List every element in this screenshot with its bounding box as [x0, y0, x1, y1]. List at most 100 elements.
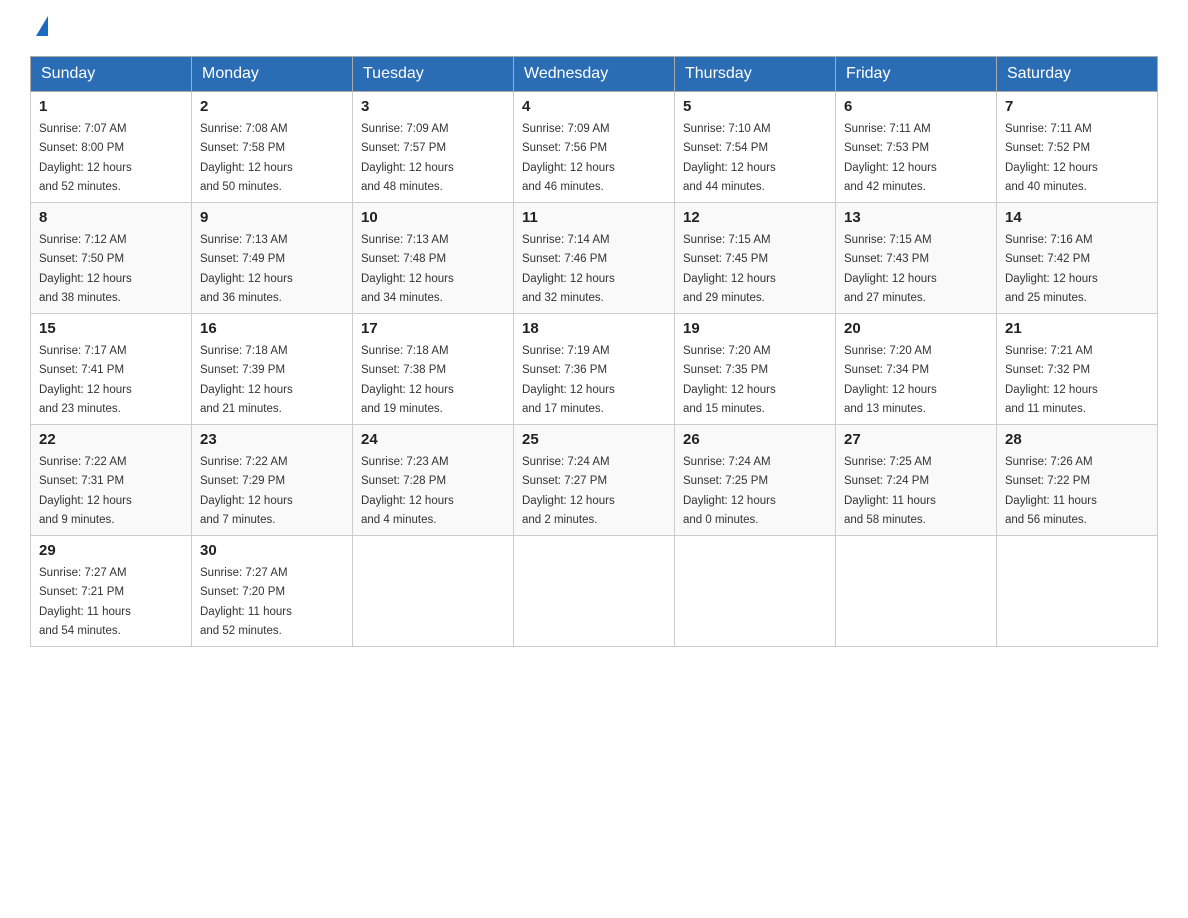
calendar-cell — [997, 536, 1158, 647]
calendar-cell: 22 Sunrise: 7:22 AMSunset: 7:31 PMDayligh… — [31, 425, 192, 536]
day-info: Sunrise: 7:13 AMSunset: 7:48 PMDaylight:… — [361, 234, 454, 304]
day-info: Sunrise: 7:10 AMSunset: 7:54 PMDaylight:… — [683, 123, 776, 193]
day-info: Sunrise: 7:26 AMSunset: 7:22 PMDaylight:… — [1005, 456, 1097, 526]
day-number: 28 — [1005, 431, 1149, 448]
day-info: Sunrise: 7:27 AMSunset: 7:20 PMDaylight:… — [200, 567, 292, 637]
calendar-cell: 17 Sunrise: 7:18 AMSunset: 7:38 PMDayligh… — [353, 314, 514, 425]
day-info: Sunrise: 7:27 AMSunset: 7:21 PMDaylight:… — [39, 567, 131, 637]
day-number: 25 — [522, 431, 666, 448]
calendar-cell: 6 Sunrise: 7:11 AMSunset: 7:53 PMDaylight… — [836, 92, 997, 203]
calendar-cell: 27 Sunrise: 7:25 AMSunset: 7:24 PMDayligh… — [836, 425, 997, 536]
calendar-cell: 24 Sunrise: 7:23 AMSunset: 7:28 PMDayligh… — [353, 425, 514, 536]
day-number: 27 — [844, 431, 988, 448]
day-number: 14 — [1005, 209, 1149, 226]
calendar-cell: 25 Sunrise: 7:24 AMSunset: 7:27 PMDayligh… — [514, 425, 675, 536]
column-header-friday: Friday — [836, 57, 997, 92]
day-number: 18 — [522, 320, 666, 337]
calendar-cell: 23 Sunrise: 7:22 AMSunset: 7:29 PMDayligh… — [192, 425, 353, 536]
day-info: Sunrise: 7:18 AMSunset: 7:38 PMDaylight:… — [361, 345, 454, 415]
calendar-cell: 2 Sunrise: 7:08 AMSunset: 7:58 PMDaylight… — [192, 92, 353, 203]
day-number: 20 — [844, 320, 988, 337]
calendar-cell: 12 Sunrise: 7:15 AMSunset: 7:45 PMDayligh… — [675, 203, 836, 314]
day-number: 22 — [39, 431, 183, 448]
day-info: Sunrise: 7:20 AMSunset: 7:34 PMDaylight:… — [844, 345, 937, 415]
day-number: 21 — [1005, 320, 1149, 337]
calendar-cell: 7 Sunrise: 7:11 AMSunset: 7:52 PMDaylight… — [997, 92, 1158, 203]
day-number: 17 — [361, 320, 505, 337]
day-number: 30 — [200, 542, 344, 559]
day-number: 16 — [200, 320, 344, 337]
day-number: 5 — [683, 98, 827, 115]
calendar-cell: 29 Sunrise: 7:27 AMSunset: 7:21 PMDayligh… — [31, 536, 192, 647]
calendar-cell: 19 Sunrise: 7:20 AMSunset: 7:35 PMDayligh… — [675, 314, 836, 425]
day-info: Sunrise: 7:25 AMSunset: 7:24 PMDaylight:… — [844, 456, 936, 526]
day-number: 26 — [683, 431, 827, 448]
day-info: Sunrise: 7:15 AMSunset: 7:43 PMDaylight:… — [844, 234, 937, 304]
day-info: Sunrise: 7:22 AMSunset: 7:29 PMDaylight:… — [200, 456, 293, 526]
day-info: Sunrise: 7:08 AMSunset: 7:58 PMDaylight:… — [200, 123, 293, 193]
day-number: 7 — [1005, 98, 1149, 115]
day-info: Sunrise: 7:09 AMSunset: 7:56 PMDaylight:… — [522, 123, 615, 193]
logo — [30, 20, 52, 40]
day-info: Sunrise: 7:07 AMSunset: 8:00 PMDaylight:… — [39, 123, 132, 193]
calendar-cell: 18 Sunrise: 7:19 AMSunset: 7:36 PMDayligh… — [514, 314, 675, 425]
day-info: Sunrise: 7:20 AMSunset: 7:35 PMDaylight:… — [683, 345, 776, 415]
day-number: 12 — [683, 209, 827, 226]
column-header-thursday: Thursday — [675, 57, 836, 92]
day-info: Sunrise: 7:11 AMSunset: 7:52 PMDaylight:… — [1005, 123, 1098, 193]
calendar-cell: 9 Sunrise: 7:13 AMSunset: 7:49 PMDaylight… — [192, 203, 353, 314]
calendar-cell: 20 Sunrise: 7:20 AMSunset: 7:34 PMDayligh… — [836, 314, 997, 425]
day-number: 3 — [361, 98, 505, 115]
day-number: 4 — [522, 98, 666, 115]
column-header-tuesday: Tuesday — [353, 57, 514, 92]
calendar-cell: 8Sunrise: 7:12 AMSunset: 7:50 PMDaylight… — [31, 203, 192, 314]
column-header-wednesday: Wednesday — [514, 57, 675, 92]
calendar-cell: 4 Sunrise: 7:09 AMSunset: 7:56 PMDaylight… — [514, 92, 675, 203]
calendar-cell — [675, 536, 836, 647]
day-info: Sunrise: 7:14 AMSunset: 7:46 PMDaylight:… — [522, 234, 615, 304]
calendar-table: SundayMondayTuesdayWednesdayThursdayFrid… — [30, 56, 1158, 647]
day-number: 23 — [200, 431, 344, 448]
day-number: 9 — [200, 209, 344, 226]
day-number: 15 — [39, 320, 183, 337]
day-number: 19 — [683, 320, 827, 337]
column-header-sunday: Sunday — [31, 57, 192, 92]
day-number: 6 — [844, 98, 988, 115]
day-info: Sunrise: 7:16 AMSunset: 7:42 PMDaylight:… — [1005, 234, 1098, 304]
day-info: Sunrise: 7:17 AMSunset: 7:41 PMDaylight:… — [39, 345, 132, 415]
calendar-cell: 15 Sunrise: 7:17 AMSunset: 7:41 PMDayligh… — [31, 314, 192, 425]
day-number: 1 — [39, 98, 183, 115]
day-info: Sunrise: 7:15 AMSunset: 7:45 PMDaylight:… — [683, 234, 776, 304]
calendar-week-row: 8Sunrise: 7:12 AMSunset: 7:50 PMDaylight… — [31, 203, 1158, 314]
logo-triangle-icon — [36, 16, 48, 36]
calendar-cell: 26 Sunrise: 7:24 AMSunset: 7:25 PMDayligh… — [675, 425, 836, 536]
day-info: Sunrise: 7:18 AMSunset: 7:39 PMDaylight:… — [200, 345, 293, 415]
day-info: Sunrise: 7:12 AMSunset: 7:50 PMDaylight:… — [39, 234, 132, 304]
day-number: 29 — [39, 542, 183, 559]
day-info: Sunrise: 7:19 AMSunset: 7:36 PMDaylight:… — [522, 345, 615, 415]
calendar-week-row: 1 Sunrise: 7:07 AMSunset: 8:00 PMDaylight… — [31, 92, 1158, 203]
day-number: 10 — [361, 209, 505, 226]
calendar-cell — [836, 536, 997, 647]
calendar-cell — [353, 536, 514, 647]
calendar-header-row: SundayMondayTuesdayWednesdayThursdayFrid… — [31, 57, 1158, 92]
day-number: 2 — [200, 98, 344, 115]
calendar-cell: 10 Sunrise: 7:13 AMSunset: 7:48 PMDayligh… — [353, 203, 514, 314]
calendar-cell: 1 Sunrise: 7:07 AMSunset: 8:00 PMDaylight… — [31, 92, 192, 203]
day-info: Sunrise: 7:24 AMSunset: 7:25 PMDaylight:… — [683, 456, 776, 526]
day-info: Sunrise: 7:24 AMSunset: 7:27 PMDaylight:… — [522, 456, 615, 526]
calendar-cell: 16 Sunrise: 7:18 AMSunset: 7:39 PMDayligh… — [192, 314, 353, 425]
day-info: Sunrise: 7:13 AMSunset: 7:49 PMDaylight:… — [200, 234, 293, 304]
day-number: 24 — [361, 431, 505, 448]
column-header-saturday: Saturday — [997, 57, 1158, 92]
day-number: 11 — [522, 209, 666, 226]
column-header-monday: Monday — [192, 57, 353, 92]
calendar-week-row: 22 Sunrise: 7:22 AMSunset: 7:31 PMDayligh… — [31, 425, 1158, 536]
day-info: Sunrise: 7:23 AMSunset: 7:28 PMDaylight:… — [361, 456, 454, 526]
day-info: Sunrise: 7:11 AMSunset: 7:53 PMDaylight:… — [844, 123, 937, 193]
day-number: 13 — [844, 209, 988, 226]
day-info: Sunrise: 7:21 AMSunset: 7:32 PMDaylight:… — [1005, 345, 1098, 415]
day-info: Sunrise: 7:22 AMSunset: 7:31 PMDaylight:… — [39, 456, 132, 526]
calendar-cell: 5 Sunrise: 7:10 AMSunset: 7:54 PMDaylight… — [675, 92, 836, 203]
calendar-cell: 14 Sunrise: 7:16 AMSunset: 7:42 PMDayligh… — [997, 203, 1158, 314]
